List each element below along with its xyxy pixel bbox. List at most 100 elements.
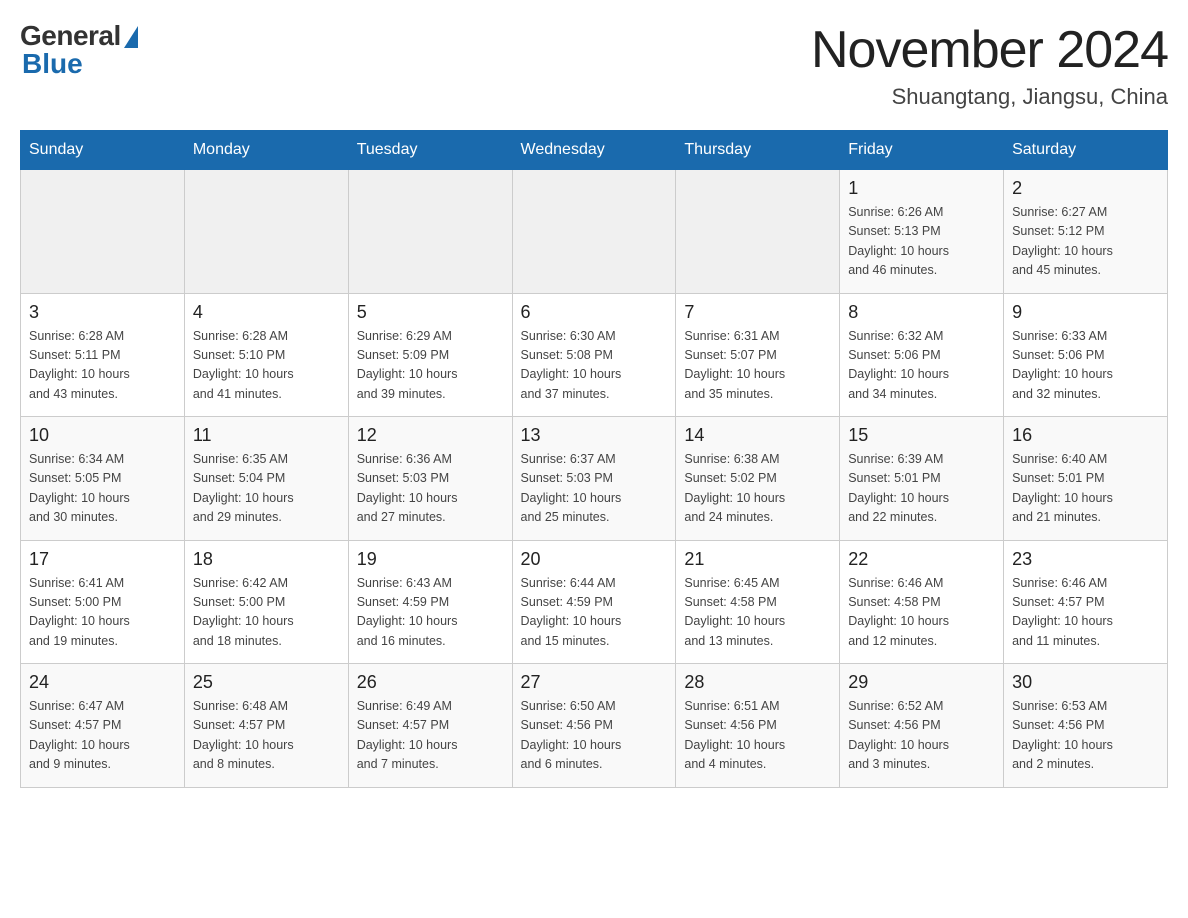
day-number: 14 xyxy=(684,425,831,446)
calendar-cell xyxy=(184,170,348,294)
day-number: 23 xyxy=(1012,549,1159,570)
calendar-table: SundayMondayTuesdayWednesdayThursdayFrid… xyxy=(20,130,1168,788)
day-info: Sunrise: 6:43 AM Sunset: 4:59 PM Dayligh… xyxy=(357,574,504,652)
calendar-header: SundayMondayTuesdayWednesdayThursdayFrid… xyxy=(21,131,1168,170)
calendar-body: 1 Sunrise: 6:26 AM Sunset: 5:13 PM Daylig… xyxy=(21,170,1168,788)
calendar-cell: 25Sunrise: 6:48 AM Sunset: 4:57 PM Dayli… xyxy=(184,664,348,788)
day-info: Sunrise: 6:35 AM Sunset: 5:04 PM Dayligh… xyxy=(193,450,340,528)
day-info: Sunrise: 6:28 AM Sunset: 5:11 PM Dayligh… xyxy=(29,327,176,405)
calendar-cell: 28 Sunrise: 6:51 AM Sunset: 4:56 PM Dayli… xyxy=(676,664,840,788)
weekday-header-friday: Friday xyxy=(840,131,1004,170)
calendar-cell: 19 Sunrise: 6:43 AM Sunset: 4:59 PM Dayli… xyxy=(348,540,512,664)
day-info: Sunrise: 6:40 AM Sunset: 5:01 PM Dayligh… xyxy=(1012,450,1159,528)
day-info: Sunrise: 6:48 AM Sunset: 4:57 PM Dayligh… xyxy=(193,697,340,775)
day-number: 11 xyxy=(193,425,340,446)
calendar-cell: 26 Sunrise: 6:49 AM Sunset: 4:57 PM Dayli… xyxy=(348,664,512,788)
day-info: Sunrise: 6:31 AM Sunset: 5:07 PM Dayligh… xyxy=(684,327,831,405)
day-info: Sunrise: 6:41 AM Sunset: 5:00 PM Dayligh… xyxy=(29,574,176,652)
weekday-header-monday: Monday xyxy=(184,131,348,170)
calendar-cell: 6Sunrise: 6:30 AM Sunset: 5:08 PM Daylig… xyxy=(512,293,676,417)
day-number: 27 xyxy=(521,672,668,693)
day-info: Sunrise: 6:47 AM Sunset: 4:57 PM Dayligh… xyxy=(29,697,176,775)
day-number: 5 xyxy=(357,302,504,323)
logo-blue-text: Blue xyxy=(20,48,83,80)
calendar-cell: 9 Sunrise: 6:33 AM Sunset: 5:06 PM Daylig… xyxy=(1004,293,1168,417)
calendar-cell: 1 Sunrise: 6:26 AM Sunset: 5:13 PM Daylig… xyxy=(840,170,1004,294)
calendar-cell: 15 Sunrise: 6:39 AM Sunset: 5:01 PM Dayli… xyxy=(840,417,1004,541)
calendar-cell: 11 Sunrise: 6:35 AM Sunset: 5:04 PM Dayli… xyxy=(184,417,348,541)
day-number: 7 xyxy=(684,302,831,323)
day-number: 10 xyxy=(29,425,176,446)
logo-triangle-icon xyxy=(124,26,138,48)
weekday-header-saturday: Saturday xyxy=(1004,131,1168,170)
calendar-cell: 13Sunrise: 6:37 AM Sunset: 5:03 PM Dayli… xyxy=(512,417,676,541)
day-info: Sunrise: 6:34 AM Sunset: 5:05 PM Dayligh… xyxy=(29,450,176,528)
day-number: 15 xyxy=(848,425,995,446)
day-number: 12 xyxy=(357,425,504,446)
calendar-cell: 16 Sunrise: 6:40 AM Sunset: 5:01 PM Dayli… xyxy=(1004,417,1168,541)
day-number: 8 xyxy=(848,302,995,323)
day-number: 29 xyxy=(848,672,995,693)
day-info: Sunrise: 6:53 AM Sunset: 4:56 PM Dayligh… xyxy=(1012,697,1159,775)
day-info: Sunrise: 6:49 AM Sunset: 4:57 PM Dayligh… xyxy=(357,697,504,775)
day-info: Sunrise: 6:30 AM Sunset: 5:08 PM Dayligh… xyxy=(521,327,668,405)
day-info: Sunrise: 6:28 AM Sunset: 5:10 PM Dayligh… xyxy=(193,327,340,405)
weekday-header-sunday: Sunday xyxy=(21,131,185,170)
day-number: 13 xyxy=(521,425,668,446)
calendar-cell: 14Sunrise: 6:38 AM Sunset: 5:02 PM Dayli… xyxy=(676,417,840,541)
calendar-cell xyxy=(676,170,840,294)
day-info: Sunrise: 6:42 AM Sunset: 5:00 PM Dayligh… xyxy=(193,574,340,652)
day-number: 17 xyxy=(29,549,176,570)
calendar-cell: 23 Sunrise: 6:46 AM Sunset: 4:57 PM Dayli… xyxy=(1004,540,1168,664)
title-block: November 2024 Shuangtang, Jiangsu, China xyxy=(811,20,1168,110)
day-number: 9 xyxy=(1012,302,1159,323)
calendar-cell xyxy=(348,170,512,294)
day-number: 19 xyxy=(357,549,504,570)
calendar-cell xyxy=(21,170,185,294)
day-info: Sunrise: 6:33 AM Sunset: 5:06 PM Dayligh… xyxy=(1012,327,1159,405)
calendar-cell: 21 Sunrise: 6:45 AM Sunset: 4:58 PM Dayli… xyxy=(676,540,840,664)
day-number: 16 xyxy=(1012,425,1159,446)
day-number: 4 xyxy=(193,302,340,323)
calendar-cell: 7 Sunrise: 6:31 AM Sunset: 5:07 PM Daylig… xyxy=(676,293,840,417)
calendar-cell: 5 Sunrise: 6:29 AM Sunset: 5:09 PM Daylig… xyxy=(348,293,512,417)
calendar-week-row: 1 Sunrise: 6:26 AM Sunset: 5:13 PM Daylig… xyxy=(21,170,1168,294)
day-info: Sunrise: 6:39 AM Sunset: 5:01 PM Dayligh… xyxy=(848,450,995,528)
calendar-cell xyxy=(512,170,676,294)
calendar-cell: 17 Sunrise: 6:41 AM Sunset: 5:00 PM Dayli… xyxy=(21,540,185,664)
weekday-header-thursday: Thursday xyxy=(676,131,840,170)
day-number: 30 xyxy=(1012,672,1159,693)
location-subtitle: Shuangtang, Jiangsu, China xyxy=(811,84,1168,110)
day-number: 28 xyxy=(684,672,831,693)
calendar-cell: 18 Sunrise: 6:42 AM Sunset: 5:00 PM Dayli… xyxy=(184,540,348,664)
calendar-cell: 27 Sunrise: 6:50 AM Sunset: 4:56 PM Dayli… xyxy=(512,664,676,788)
day-number: 1 xyxy=(848,178,995,199)
day-info: Sunrise: 6:26 AM Sunset: 5:13 PM Dayligh… xyxy=(848,203,995,281)
day-info: Sunrise: 6:44 AM Sunset: 4:59 PM Dayligh… xyxy=(521,574,668,652)
day-info: Sunrise: 6:27 AM Sunset: 5:12 PM Dayligh… xyxy=(1012,203,1159,281)
day-info: Sunrise: 6:45 AM Sunset: 4:58 PM Dayligh… xyxy=(684,574,831,652)
day-info: Sunrise: 6:46 AM Sunset: 4:58 PM Dayligh… xyxy=(848,574,995,652)
month-title: November 2024 xyxy=(811,20,1168,80)
calendar-week-row: 3 Sunrise: 6:28 AM Sunset: 5:11 PM Daylig… xyxy=(21,293,1168,417)
day-number: 22 xyxy=(848,549,995,570)
calendar-week-row: 10 Sunrise: 6:34 AM Sunset: 5:05 PM Dayli… xyxy=(21,417,1168,541)
calendar-cell: 2Sunrise: 6:27 AM Sunset: 5:12 PM Daylig… xyxy=(1004,170,1168,294)
day-number: 21 xyxy=(684,549,831,570)
calendar-cell: 22 Sunrise: 6:46 AM Sunset: 4:58 PM Dayli… xyxy=(840,540,1004,664)
day-info: Sunrise: 6:36 AM Sunset: 5:03 PM Dayligh… xyxy=(357,450,504,528)
day-info: Sunrise: 6:51 AM Sunset: 4:56 PM Dayligh… xyxy=(684,697,831,775)
calendar-cell: 10 Sunrise: 6:34 AM Sunset: 5:05 PM Dayli… xyxy=(21,417,185,541)
logo: General Blue xyxy=(20,20,138,80)
weekday-header-tuesday: Tuesday xyxy=(348,131,512,170)
calendar-cell: 12 Sunrise: 6:36 AM Sunset: 5:03 PM Dayli… xyxy=(348,417,512,541)
day-info: Sunrise: 6:29 AM Sunset: 5:09 PM Dayligh… xyxy=(357,327,504,405)
page-header: General Blue November 2024 Shuangtang, J… xyxy=(20,20,1168,110)
day-number: 26 xyxy=(357,672,504,693)
day-info: Sunrise: 6:52 AM Sunset: 4:56 PM Dayligh… xyxy=(848,697,995,775)
day-number: 3 xyxy=(29,302,176,323)
day-number: 18 xyxy=(193,549,340,570)
calendar-cell: 4 Sunrise: 6:28 AM Sunset: 5:10 PM Daylig… xyxy=(184,293,348,417)
day-info: Sunrise: 6:50 AM Sunset: 4:56 PM Dayligh… xyxy=(521,697,668,775)
day-info: Sunrise: 6:46 AM Sunset: 4:57 PM Dayligh… xyxy=(1012,574,1159,652)
